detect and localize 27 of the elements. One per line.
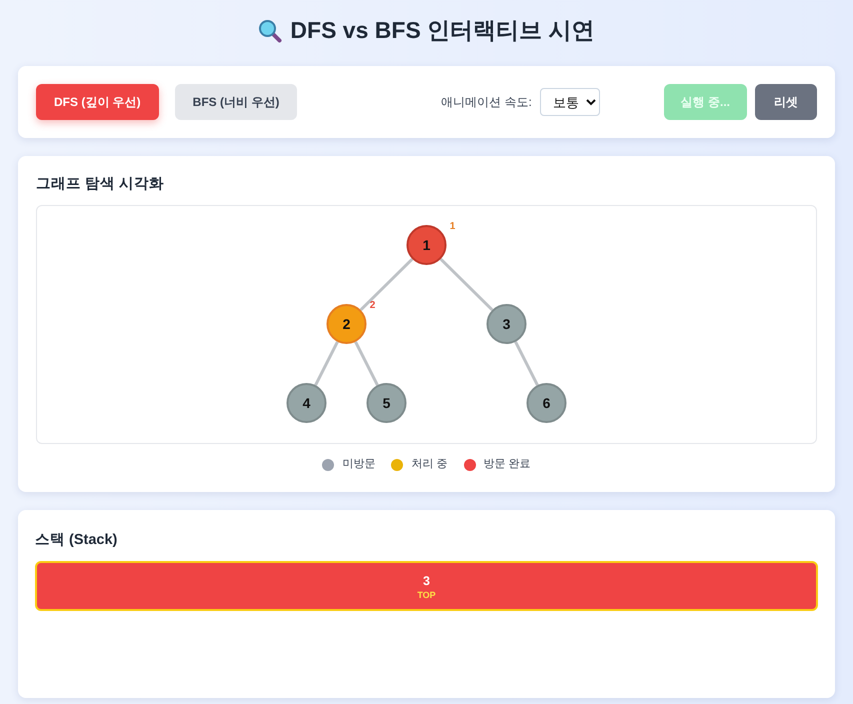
legend-label: 처리 중	[411, 457, 448, 472]
node-label: 2	[342, 316, 350, 332]
edge-line	[360, 258, 414, 312]
algorithm-tab[interactable]: DFS (깊이 우선)	[36, 84, 159, 120]
node-label: 1	[422, 237, 430, 254]
algorithm-tab[interactable]: BFS (너비 우선)	[174, 84, 298, 120]
section-title: 스택 (Stack)	[35, 532, 118, 550]
edge-line	[514, 342, 539, 386]
visit-order-label: 2	[370, 300, 376, 312]
top-label: TOP	[416, 590, 437, 602]
edge-line	[314, 342, 339, 386]
stack-value: 3	[422, 573, 431, 590]
edge-line	[354, 342, 379, 386]
legend-label: 미방문	[342, 457, 376, 472]
node-label: 5	[382, 395, 390, 412]
legend-label: 방문 완료	[484, 457, 531, 472]
node-label: 4	[302, 395, 310, 412]
section-title: 그래프 탐색 시각화	[36, 176, 166, 194]
edge-line	[440, 258, 494, 312]
speed-select[interactable]: 보통	[540, 88, 600, 116]
node-label: 3	[502, 316, 510, 332]
node-label: 6	[542, 395, 550, 412]
visit-order-label: 1	[450, 221, 456, 232]
speed-label: 애니메이션 속도:	[441, 94, 532, 111]
page-title: DFS vs BFS 인터랙티브 시연	[290, 16, 595, 46]
reset-button[interactable]: 리셋	[755, 84, 817, 120]
magnifier-icon	[258, 19, 282, 43]
